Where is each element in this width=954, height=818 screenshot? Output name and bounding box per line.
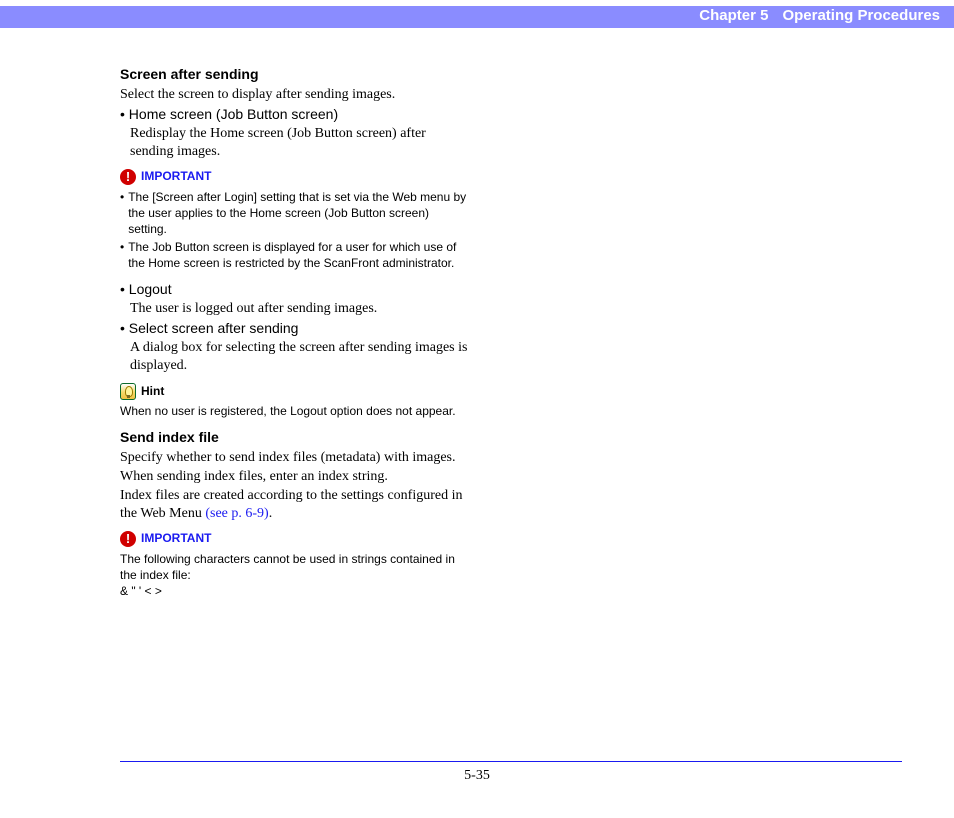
page-ref-link[interactable]: (see p. 6-9) [205,506,268,521]
hint-callout: Hint [120,383,468,400]
important-line: The following characters cannot be used … [120,551,468,583]
important-label: IMPORTANT [141,531,211,546]
content-column: Screen after sending Select the screen t… [120,62,468,599]
bullet-label: • Logout [120,281,172,297]
important-callout: ! IMPORTANT [120,531,468,547]
heading-screen-after-sending: Screen after sending [120,66,468,84]
important-text: The [Screen after Login] setting that is… [128,189,468,238]
bullet-desc: The user is logged out after sending ima… [130,300,468,318]
hint-icon [120,383,136,400]
heading-send-index-file: Send index file [120,429,468,447]
header-title: Chapter 5 Operating Procedures [699,7,940,24]
hint-label: Hint [141,384,164,399]
footer-rule [120,761,902,762]
body-text: Specify whether to send index files (met… [120,449,468,467]
important-label: IMPORTANT [141,169,211,184]
important-icon: ! [120,531,136,547]
body-text: When sending index files, enter an index… [120,468,468,486]
bullet-home-screen: • Home screen (Job Button screen) [120,106,468,125]
bullet-logout: • Logout [120,281,468,300]
body-text-with-link: Index files are created according to the… [120,487,468,523]
text-post: . [269,506,273,521]
important-body: • The [Screen after Login] setting that … [120,189,468,272]
chapter-title: Operating Procedures [782,7,940,24]
bullet-desc: Redisplay the Home screen (Job Button sc… [130,125,468,161]
important-item: • The [Screen after Login] setting that … [120,189,468,238]
chapter-number: Chapter 5 [699,7,768,24]
manual-page: { "header": { "chapter": "Chapter 5", "t… [0,0,954,818]
hint-text: When no user is registered, the Logout o… [120,403,468,419]
bullet-dot: • [120,189,124,238]
bullet-select-screen: • Select screen after sending [120,320,468,339]
text-pre: Index files are created according to the… [120,488,462,521]
page-number: 5-35 [0,768,954,784]
important-callout: ! IMPORTANT [120,169,468,185]
intro-text: Select the screen to display after sendi… [120,86,468,104]
important-chars: & " ' < > [120,583,468,599]
bullet-label: • Home screen (Job Button screen) [120,106,338,122]
important-icon: ! [120,169,136,185]
bullet-label: • Select screen after sending [120,320,298,336]
bullet-dot: • [120,239,124,271]
important-item: • The Job Button screen is displayed for… [120,239,468,271]
important-text: The Job Button screen is displayed for a… [128,239,468,271]
bullet-desc: A dialog box for selecting the screen af… [130,339,468,375]
important-body: The following characters cannot be used … [120,551,468,600]
